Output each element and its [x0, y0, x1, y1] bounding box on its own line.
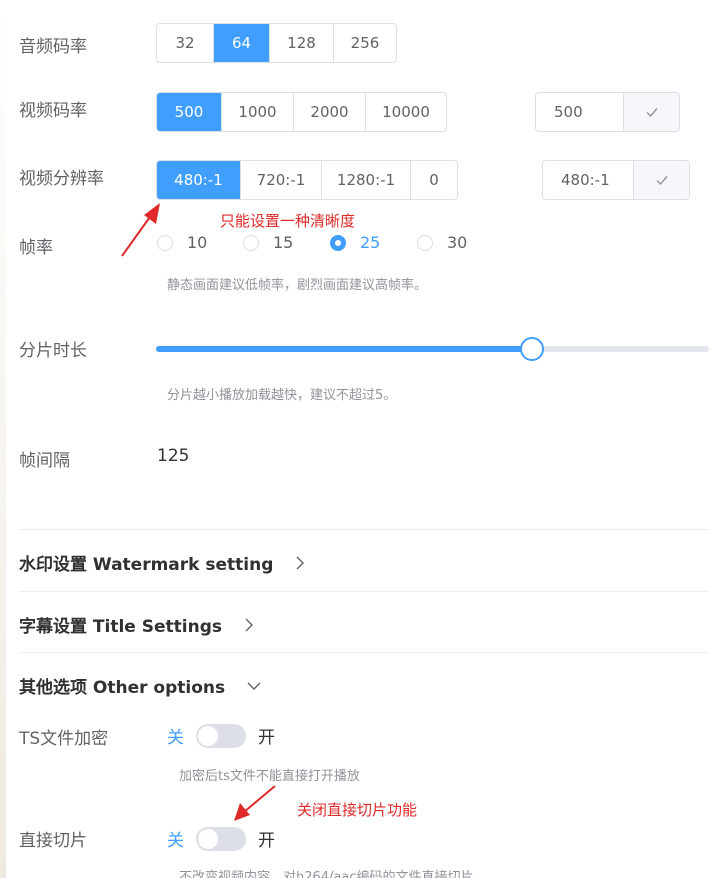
frame-rate-radio-25[interactable]: 25: [330, 233, 380, 252]
video-resolution-option-480[interactable]: 480:-1: [157, 161, 240, 199]
radio-dot: [157, 234, 173, 251]
chevron-down-icon: [247, 682, 261, 690]
audio-bitrate-option-128[interactable]: 128: [269, 24, 333, 62]
frame-rate-hint: 静态画面建议低帧率，剧烈画面建议高帧率。: [167, 278, 428, 293]
audio-bitrate-option-64[interactable]: 64: [213, 24, 269, 62]
other-options-section-title: 其他选项 Other options: [19, 678, 226, 698]
audio-bitrate-option-32[interactable]: 32: [157, 24, 213, 62]
resolution-annotation: 只能设置一种清晰度: [220, 212, 356, 230]
ts-encrypt-off-label: 关: [167, 728, 184, 748]
audio-bitrate-option-256[interactable]: 256: [333, 24, 396, 62]
check-icon: [656, 176, 668, 186]
video-resolution-confirm-button[interactable]: [633, 161, 689, 199]
title-settings-section-title: 字幕设置 Title Settings: [19, 617, 222, 637]
video-resolution-option-1280[interactable]: 1280:-1: [321, 161, 410, 199]
ts-encrypt-hint: 加密后ts文件不能直接打开播放: [179, 769, 360, 784]
ts-encrypt-on-label: 开: [258, 728, 275, 748]
chevron-right-icon: [245, 618, 253, 631]
segment-duration-slider[interactable]: [156, 337, 709, 361]
segment-duration-label: 分片时长: [19, 341, 87, 361]
video-bitrate-option-10000[interactable]: 10000: [365, 93, 446, 131]
video-resolution-option-720[interactable]: 720:-1: [240, 161, 321, 199]
video-resolution-segmented: 480:-1 720:-1 1280:-1 0: [156, 160, 458, 200]
video-bitrate-custom: [535, 92, 680, 132]
slider-thumb[interactable]: [520, 337, 545, 361]
slider-fill: [156, 346, 533, 352]
frame-interval-label: 帧间隔: [19, 451, 70, 471]
frame-rate-option-label: 10: [187, 233, 208, 252]
segment-duration-hint: 分片越小播放加载越快，建议不超过5。: [167, 388, 397, 403]
video-bitrate-label: 视频码率: [19, 101, 87, 121]
video-resolution-label: 视频分辨率: [19, 169, 104, 189]
watermark-section-title: 水印设置 Watermark setting: [19, 555, 274, 575]
frame-rate-option-label: 15: [273, 233, 294, 252]
frame-rate-option-label: 25: [360, 233, 381, 252]
divider: [19, 652, 709, 653]
arrow-to-resolution: [121, 203, 160, 257]
frame-rate-radio-10[interactable]: 10: [157, 233, 207, 252]
video-bitrate-input[interactable]: [536, 93, 623, 131]
video-bitrate-confirm-button[interactable]: [623, 93, 679, 131]
video-bitrate-segmented: 500 1000 2000 10000: [156, 92, 447, 132]
video-resolution-input[interactable]: [543, 161, 633, 199]
radio-dot: [330, 234, 346, 251]
switch-knob: [198, 828, 218, 849]
video-bitrate-option-500[interactable]: 500: [157, 93, 221, 131]
video-bitrate-option-2000[interactable]: 2000: [293, 93, 365, 131]
chevron-right-icon: [296, 556, 305, 569]
slice-annotation: 关闭直接切片功能: [297, 801, 418, 819]
other-options-section-header[interactable]: 其他选项 Other options: [19, 673, 261, 698]
frame-interval-value: 125: [157, 446, 190, 466]
direct-slice-switch-row: 关 开: [167, 826, 275, 851]
video-resolution-option-0[interactable]: 0: [410, 161, 457, 199]
divider: [19, 529, 709, 530]
direct-slice-on-label: 开: [258, 831, 275, 851]
divider: [19, 591, 709, 592]
switch-knob: [198, 725, 218, 746]
ts-encrypt-switch[interactable]: [196, 723, 246, 748]
ts-encrypt-switch-row: 关 开: [167, 723, 275, 748]
direct-slice-off-label: 关: [167, 831, 184, 851]
frame-rate-label: 帧率: [19, 238, 53, 258]
video-bitrate-option-1000[interactable]: 1000: [221, 93, 293, 131]
direct-slice-label: 直接切片: [19, 831, 87, 851]
video-resolution-custom: [542, 160, 690, 200]
watermark-section-header[interactable]: 水印设置 Watermark setting: [19, 550, 305, 575]
audio-bitrate-label: 音频码率: [19, 37, 87, 57]
radio-dot: [243, 234, 259, 251]
frame-rate-radio-15[interactable]: 15: [243, 233, 293, 252]
frame-rate-radio-30[interactable]: 30: [417, 233, 467, 252]
radio-dot: [417, 234, 433, 251]
title-settings-section-header[interactable]: 字幕设置 Title Settings: [19, 612, 254, 637]
page-edge: [0, 0, 6, 878]
check-icon: [646, 108, 658, 118]
frame-rate-option-label: 30: [447, 233, 468, 252]
arrow-to-slice-switch: [234, 785, 276, 821]
ts-encrypt-label: TS文件加密: [19, 729, 109, 749]
direct-slice-hint: 不改变视频内容，对h264/aac编码的文件直接切片: [179, 870, 474, 878]
direct-slice-switch[interactable]: [196, 826, 246, 851]
audio-bitrate-segmented: 32 64 128 256: [156, 23, 397, 63]
